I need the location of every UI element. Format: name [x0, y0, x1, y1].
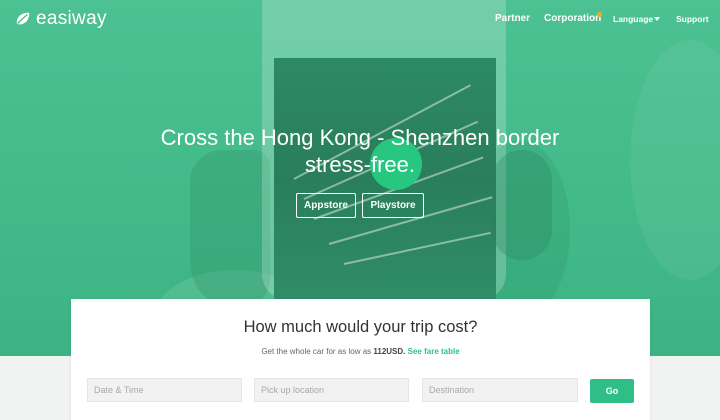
language-dropdown[interactable]: Language	[613, 14, 653, 24]
go-button[interactable]: Go	[590, 379, 634, 403]
chevron-down-icon	[654, 17, 660, 21]
headline-line: Cross the Hong Kong - Shenzhen border	[160, 125, 560, 150]
nav-link-partner[interactable]: Partner	[495, 13, 530, 24]
hero-headline: Cross the Hong Kong - Shenzhen border st…	[0, 124, 720, 178]
headline-line: stress-free.	[304, 152, 416, 177]
appstore-button[interactable]: Appstore	[296, 193, 356, 218]
nav-link-support[interactable]: Support	[676, 14, 709, 24]
playstore-button[interactable]: Playstore	[362, 193, 424, 218]
top-nav: easiway Partner Corporation Language Sup…	[0, 0, 720, 38]
fare-estimate-card: How much would your trip cost? Get the w…	[71, 299, 650, 420]
nav-link-corporation[interactable]: Corporation	[544, 13, 601, 24]
notification-dot	[597, 12, 602, 17]
leaf-icon	[16, 12, 30, 25]
pickup-location-input[interactable]	[254, 378, 409, 402]
brand-logo[interactable]: easiway	[14, 8, 107, 30]
destination-input[interactable]	[422, 378, 578, 402]
light-streak	[343, 231, 491, 265]
card-subtitle: Get the whole car for as low as 112USD. …	[71, 347, 650, 356]
fare-table-link[interactable]: See fare table	[408, 347, 460, 356]
brand-name: easiway	[36, 8, 107, 29]
date-time-input[interactable]	[87, 378, 242, 402]
price-text: 112USD.	[373, 347, 406, 356]
subtitle-text: Get the whole car for as low as	[261, 347, 374, 356]
card-title: How much would your trip cost?	[243, 318, 478, 336]
